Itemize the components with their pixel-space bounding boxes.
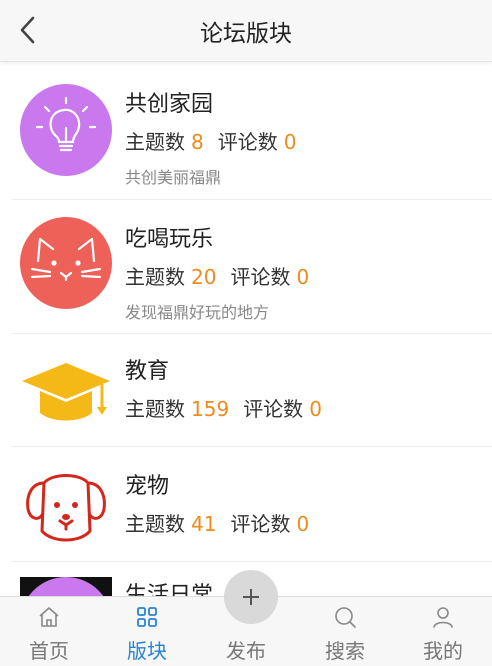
tab-label: 发布 <box>226 639 266 663</box>
forum-stats: 主题数 159 评论数 0 <box>125 393 336 422</box>
tab-profile[interactable]: 我的 <box>394 597 492 666</box>
forum-item[interactable]: 共创家园 主题数 8 评论数 0 共创美丽福鼎 <box>12 62 492 200</box>
top-nav-bar: 论坛版块 <box>0 0 492 62</box>
publish-button[interactable] <box>224 570 278 624</box>
forum-stats: 主题数 41 评论数 0 <box>125 508 323 537</box>
comments-count: 0 <box>296 512 310 536</box>
forum-item[interactable]: 宠物 主题数 41 评论数 0 <box>12 448 492 562</box>
lightbulb-icon <box>20 84 112 176</box>
topics-label: 主题数 <box>125 512 185 536</box>
grid-icon <box>137 607 157 627</box>
forum-name: 教育 <box>125 359 170 384</box>
forum-item[interactable]: 教育 主题数 159 评论数 0 <box>12 335 492 447</box>
comments-label: 评论数 <box>230 265 291 289</box>
forum-description: 发现福鼎好玩的地方 <box>125 303 270 322</box>
tab-label: 首页 <box>29 639 69 663</box>
comments-label: 评论数 <box>243 397 304 421</box>
comments-label: 评论数 <box>230 512 291 536</box>
forum-description: 共创美丽福鼎 <box>125 168 222 187</box>
cat-icon <box>20 217 112 309</box>
topics-count: 159 <box>191 397 230 421</box>
lifestyle-icon <box>20 577 112 596</box>
forum-name: 吃喝玩乐 <box>125 227 214 252</box>
tab-label: 我的 <box>423 639 463 663</box>
tab-home[interactable]: 首页 <box>0 597 98 666</box>
user-icon <box>433 607 453 628</box>
topics-count: 20 <box>191 265 217 289</box>
dog-icon <box>26 474 106 542</box>
plus-icon <box>243 589 259 605</box>
forum-list: 共创家园 主题数 8 评论数 0 共创美丽福鼎 吃喝玩乐 主题数 20 评论数 0 <box>0 62 492 596</box>
topics-label: 主题数 <box>125 130 185 154</box>
tab-search[interactable]: 搜索 <box>296 597 394 666</box>
tab-sections[interactable]: 版块 <box>98 597 196 666</box>
comments-label: 评论数 <box>217 130 278 154</box>
tab-label: 版块 <box>127 639 167 663</box>
comments-count: 0 <box>296 265 310 289</box>
graduation-cap-icon <box>22 363 110 421</box>
search-icon <box>335 607 356 628</box>
forum-stats: 主题数 20 评论数 0 <box>125 261 323 290</box>
page-title: 论坛版块 <box>200 20 292 47</box>
forum-item[interactable]: 吃喝玩乐 主题数 20 评论数 0 发现福鼎好玩的地方 <box>12 201 492 334</box>
home-icon <box>39 607 59 627</box>
topics-label: 主题数 <box>125 265 185 289</box>
comments-count: 0 <box>309 397 322 421</box>
forum-name: 共创家园 <box>125 92 214 117</box>
topics-count: 41 <box>191 512 217 536</box>
tab-label: 搜索 <box>325 639 365 663</box>
topics-label: 主题数 <box>125 397 185 421</box>
forum-name: 生活日常 <box>125 583 214 596</box>
chevron-left-icon <box>20 16 35 44</box>
topics-count: 8 <box>191 130 204 154</box>
forum-stats: 主题数 8 评论数 0 <box>125 126 310 155</box>
forum-name: 宠物 <box>125 474 170 499</box>
comments-count: 0 <box>283 130 297 154</box>
back-button[interactable] <box>8 10 48 50</box>
